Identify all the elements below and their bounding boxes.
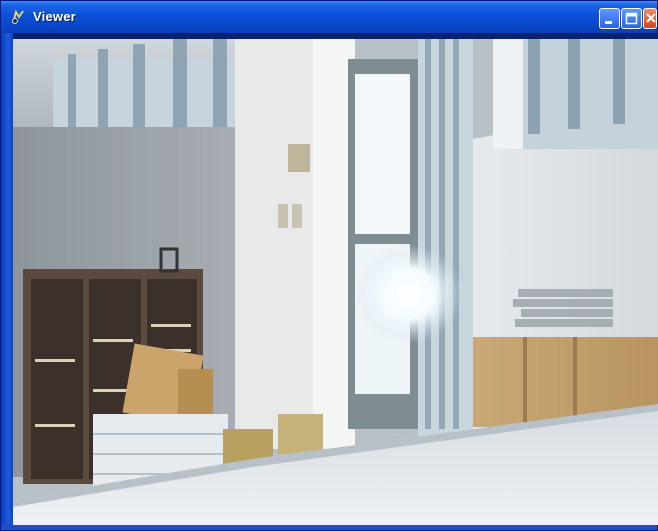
frame-bottom-border bbox=[1, 525, 657, 530]
camera-feed-view[interactable] bbox=[13, 39, 658, 525]
close-button[interactable] bbox=[643, 8, 657, 29]
viewer-window: Viewer bbox=[0, 0, 658, 531]
maximize-icon bbox=[625, 12, 638, 25]
close-icon bbox=[646, 13, 656, 23]
minimize-icon bbox=[605, 21, 612, 24]
viewer-app-icon[interactable] bbox=[10, 9, 26, 25]
title-bar[interactable]: Viewer bbox=[1, 1, 657, 33]
frame-left-border bbox=[1, 33, 13, 530]
minimize-button[interactable] bbox=[599, 8, 620, 29]
camera-image bbox=[13, 39, 658, 525]
maximize-button[interactable] bbox=[621, 8, 642, 29]
window-title: Viewer bbox=[33, 9, 76, 24]
